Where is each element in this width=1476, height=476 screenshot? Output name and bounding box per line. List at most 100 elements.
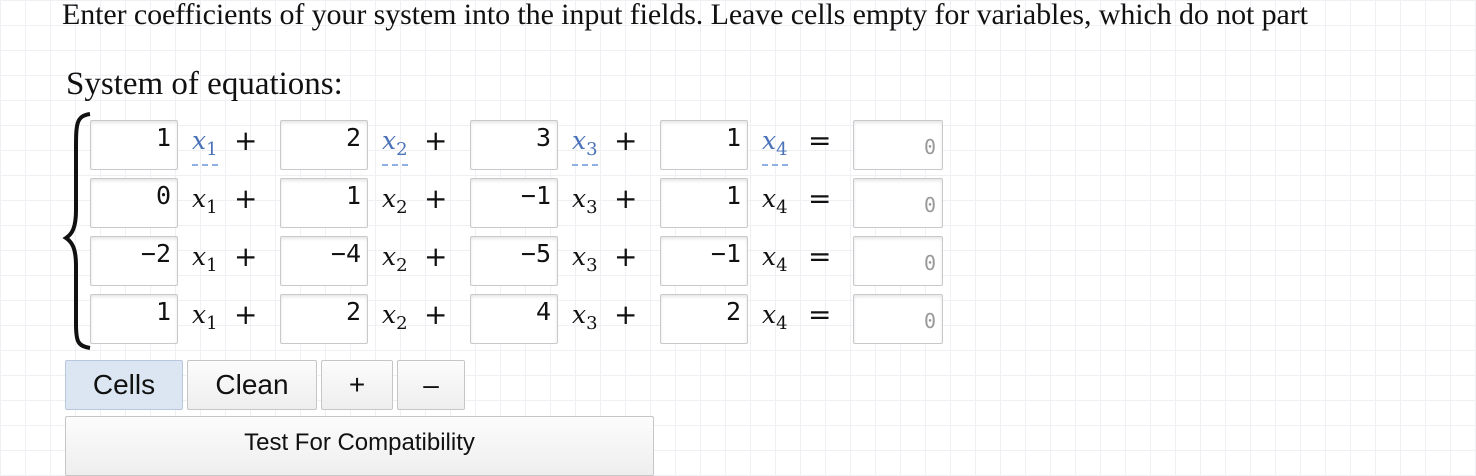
coefficient-input[interactable]: −1 xyxy=(470,178,558,228)
plus-sign: + xyxy=(234,298,258,331)
variable-label: x4 xyxy=(762,300,788,334)
variable-subscript: 4 xyxy=(776,139,788,160)
coefficient-value: 2 xyxy=(345,123,361,152)
variable-subscript: 2 xyxy=(396,197,408,218)
clean-button[interactable]: Clean xyxy=(187,360,317,410)
variable-symbol: x xyxy=(572,300,587,329)
coefficient-value: 0 xyxy=(155,181,171,210)
rhs-input[interactable]: 0 xyxy=(853,120,943,170)
plus-sign: + xyxy=(424,182,448,215)
variable-subscript: 1 xyxy=(206,197,218,218)
coefficient-input[interactable]: 1 xyxy=(90,294,178,344)
coefficient-input[interactable]: 3 xyxy=(470,120,558,170)
variable-symbol: x xyxy=(192,242,207,271)
remove-row-button[interactable]: – xyxy=(397,360,465,410)
coefficient-value: 4 xyxy=(535,297,551,326)
equals-sign: = xyxy=(808,182,832,215)
coefficient-input[interactable]: −2 xyxy=(90,236,178,286)
variable-label: x3 xyxy=(572,300,598,334)
variable-label[interactable]: x2 xyxy=(382,126,408,166)
coefficient-input[interactable]: −5 xyxy=(470,236,558,286)
variable-symbol: x xyxy=(572,242,587,271)
coefficient-input[interactable]: −1 xyxy=(660,236,748,286)
variable-subscript: 4 xyxy=(776,313,788,334)
variable-subscript: 4 xyxy=(776,255,788,276)
variable-label: x4 xyxy=(762,242,788,276)
system-label: System of equations: xyxy=(66,66,343,102)
variable-symbol: x xyxy=(192,300,207,329)
coefficient-value: 2 xyxy=(725,297,741,326)
variable-subscript: 3 xyxy=(586,197,598,218)
plus-sign: + xyxy=(614,124,638,157)
plus-sign: + xyxy=(614,298,638,331)
variable-symbol: x xyxy=(762,242,777,271)
variable-symbol: x xyxy=(572,126,587,155)
coefficient-value: 1 xyxy=(345,181,361,210)
coefficient-input[interactable]: 1 xyxy=(280,178,368,228)
plus-sign: + xyxy=(234,240,258,273)
rhs-input[interactable]: 0 xyxy=(853,294,943,344)
plus-sign: + xyxy=(424,124,448,157)
variable-subscript: 3 xyxy=(586,313,598,334)
variable-symbol: x xyxy=(762,126,777,155)
coefficient-input[interactable]: 0 xyxy=(90,178,178,228)
variable-symbol: x xyxy=(192,126,207,155)
equals-sign: = xyxy=(808,240,832,273)
variable-subscript: 1 xyxy=(206,139,218,160)
variable-label: x1 xyxy=(192,184,218,218)
variable-label: x2 xyxy=(382,184,408,218)
instructions-text: Enter coefficients of your system into t… xyxy=(62,0,1308,31)
coefficient-input[interactable]: −4 xyxy=(280,236,368,286)
plus-sign: + xyxy=(614,240,638,273)
coefficient-value: 1 xyxy=(725,123,741,152)
plus-sign: + xyxy=(234,124,258,157)
coefficient-value: −4 xyxy=(330,239,361,268)
left-brace-icon xyxy=(62,112,91,350)
variable-symbol: x xyxy=(382,242,397,271)
variable-label: x1 xyxy=(192,300,218,334)
cells-button[interactable]: Cells xyxy=(65,360,183,410)
variable-label: x2 xyxy=(382,242,408,276)
rhs-input[interactable]: 0 xyxy=(853,178,943,228)
coefficient-value: 3 xyxy=(535,123,551,152)
variable-label: x2 xyxy=(382,300,408,334)
coefficient-value: 1 xyxy=(155,123,171,152)
coefficient-value: 2 xyxy=(345,297,361,326)
coefficient-value: 1 xyxy=(155,297,171,326)
variable-subscript: 4 xyxy=(776,197,788,218)
rhs-placeholder: 0 xyxy=(923,193,936,217)
equals-sign: = xyxy=(808,298,832,331)
plus-sign: + xyxy=(424,298,448,331)
variable-subscript: 3 xyxy=(586,139,598,160)
variable-subscript: 1 xyxy=(206,255,218,276)
coefficient-value: −5 xyxy=(520,239,551,268)
add-row-button[interactable]: + xyxy=(321,360,393,410)
coefficient-value: −2 xyxy=(140,239,171,268)
variable-subscript: 3 xyxy=(586,255,598,276)
variable-symbol: x xyxy=(382,184,397,213)
variable-symbol: x xyxy=(382,126,397,155)
variable-symbol: x xyxy=(762,184,777,213)
coefficient-input[interactable]: 2 xyxy=(280,294,368,344)
variable-label: x3 xyxy=(572,242,598,276)
rhs-input[interactable]: 0 xyxy=(853,236,943,286)
variable-symbol: x xyxy=(192,184,207,213)
variable-subscript: 2 xyxy=(396,139,408,160)
variable-label: x1 xyxy=(192,242,218,276)
coefficient-value: −1 xyxy=(710,239,741,268)
plus-sign: + xyxy=(614,182,638,215)
plus-sign: + xyxy=(424,240,448,273)
coefficient-input[interactable]: 1 xyxy=(660,178,748,228)
test-compatibility-button[interactable]: Test For Compatibility xyxy=(65,416,654,476)
coefficient-input[interactable]: 2 xyxy=(660,294,748,344)
coefficient-input[interactable]: 1 xyxy=(90,120,178,170)
rhs-placeholder: 0 xyxy=(923,135,936,159)
variable-label[interactable]: x4 xyxy=(762,126,788,166)
variable-subscript: 2 xyxy=(396,255,408,276)
coefficient-input[interactable]: 2 xyxy=(280,120,368,170)
coefficient-input[interactable]: 4 xyxy=(470,294,558,344)
variable-symbol: x xyxy=(382,300,397,329)
variable-label[interactable]: x1 xyxy=(192,126,218,166)
coefficient-input[interactable]: 1 xyxy=(660,120,748,170)
variable-label[interactable]: x3 xyxy=(572,126,598,166)
